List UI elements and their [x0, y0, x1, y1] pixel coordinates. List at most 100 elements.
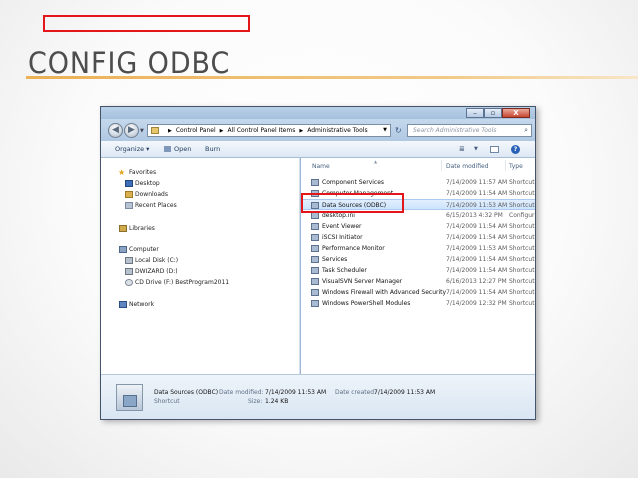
- nav-desktop[interactable]: Desktop: [125, 179, 160, 188]
- shortcut-icon: [311, 256, 319, 263]
- search-icon[interactable]: ⌕: [524, 125, 528, 136]
- details-modified-value: 7/14/2009 11:53 AM: [265, 389, 327, 396]
- forward-button[interactable]: ▶: [124, 123, 139, 138]
- help-icon[interactable]: ?: [511, 145, 520, 154]
- navigation-pane: ★ Favorites Desktop Downloads Recent Pla…: [101, 158, 300, 374]
- details-created-label: Date created:: [335, 389, 377, 396]
- file-type: Shortcut: [509, 190, 535, 197]
- file-date: 7/14/2009 11:54 AM: [446, 256, 508, 263]
- desktop-icon: [125, 180, 133, 187]
- address-bar[interactable]: ▶ Control Panel ▶ All Control Panel Items ▶ A…: [147, 124, 391, 137]
- nav-network[interactable]: Network: [119, 300, 154, 309]
- sort-arrow-icon: ▲: [374, 159, 378, 164]
- organize-button[interactable]: Organize ▾: [115, 141, 149, 157]
- file-date: 7/14/2009 11:54 AM: [446, 289, 508, 296]
- nav-libraries-label: Libraries: [129, 225, 155, 232]
- column-divider[interactable]: [441, 160, 442, 171]
- breadcrumb-all-control-panel-items[interactable]: All Control Panel Items: [228, 127, 296, 134]
- address-dropdown-icon[interactable]: ▼: [383, 125, 387, 136]
- file-row-iscsi-initiator[interactable]: iSCSI Initiator 7/14/2009 11:54 AM Short…: [301, 232, 535, 243]
- file-name: Event Viewer: [322, 223, 362, 230]
- details-file-name: Data Sources (ODBC): [154, 389, 219, 396]
- details-size-value: 1.24 KB: [265, 398, 289, 405]
- shortcut-icon: [311, 300, 319, 307]
- breadcrumb-separator-icon[interactable]: ▶: [220, 128, 224, 134]
- slide-title: CONFIG ODBC: [28, 46, 231, 80]
- file-row-services[interactable]: Services 7/14/2009 11:54 AM Shortcut: [301, 254, 535, 265]
- search-input[interactable]: Search Administrative Tools ⌕: [407, 124, 532, 137]
- window-controls: – ▫ X: [466, 108, 530, 118]
- search-placeholder: Search Administrative Tools: [413, 127, 497, 134]
- back-button[interactable]: ◀: [108, 123, 123, 138]
- view-options-dropdown-icon[interactable]: ▼: [474, 141, 478, 157]
- file-name: Windows PowerShell Modules: [322, 300, 411, 307]
- file-date: 7/14/2009 11:53 AM: [446, 245, 508, 252]
- file-row-performance-monitor[interactable]: Performance Monitor 7/14/2009 11:53 AM S…: [301, 243, 535, 254]
- computer-icon: [119, 246, 127, 253]
- hard-drive-icon: [125, 257, 133, 264]
- cd-drive-icon: [125, 279, 133, 286]
- burn-button[interactable]: Burn: [205, 141, 220, 157]
- nav-downloads[interactable]: Downloads: [125, 190, 168, 199]
- minimize-button[interactable]: –: [466, 108, 484, 118]
- nav-recent-places[interactable]: Recent Places: [125, 201, 177, 210]
- breadcrumb-administrative-tools[interactable]: Administrative Tools: [307, 127, 367, 134]
- file-name: Services: [322, 256, 348, 263]
- nav-local-disk[interactable]: Local Disk (C:): [125, 256, 178, 265]
- column-header-type[interactable]: Type: [509, 163, 523, 170]
- file-row-windows-firewall[interactable]: Windows Firewall with Advanced Security …: [301, 287, 535, 298]
- file-row-task-scheduler[interactable]: Task Scheduler 7/14/2009 11:54 AM Shortc…: [301, 265, 535, 276]
- close-button[interactable]: X: [502, 108, 530, 118]
- recent-places-icon: [125, 202, 133, 209]
- odbc-icon-detail: [123, 395, 137, 407]
- nav-favorites[interactable]: ★ Favorites: [118, 168, 157, 177]
- preview-pane-icon[interactable]: [490, 146, 499, 153]
- file-row-visualsvn-server-manager[interactable]: VisualSVN Server Manager 6/16/2013 12:27…: [301, 276, 535, 287]
- nav-favorites-label: Favorites: [129, 169, 157, 176]
- file-type: Configur: [509, 212, 535, 219]
- details-size-label: Size:: [248, 398, 263, 405]
- maximize-button[interactable]: ▫: [484, 108, 502, 118]
- file-row-event-viewer[interactable]: Event Viewer 7/14/2009 11:54 AM Shortcut: [301, 221, 535, 232]
- shortcut-icon: [311, 223, 319, 230]
- change-view-icon[interactable]: ≣: [459, 141, 465, 157]
- file-name: Task Scheduler: [322, 267, 367, 274]
- network-icon: [119, 301, 127, 308]
- column-header-name[interactable]: Name: [312, 163, 330, 170]
- file-type: Shortcut: [509, 278, 535, 285]
- breadcrumb-separator-icon[interactable]: ▶: [299, 128, 303, 134]
- refresh-icon[interactable]: ↻: [395, 126, 402, 135]
- nav-computer-label: Computer: [129, 246, 159, 253]
- file-date: 7/14/2009 11:54 AM: [446, 190, 508, 197]
- control-panel-icon: [151, 127, 159, 134]
- file-name: iSCSI Initiator: [322, 234, 363, 241]
- file-date: 6/15/2013 4:32 PM: [446, 212, 503, 219]
- recent-pages-dropdown-icon[interactable]: ▼: [140, 128, 144, 134]
- settings-file-icon: [311, 212, 319, 219]
- nav-dwizard[interactable]: DWIZARD (D:): [125, 267, 178, 276]
- shortcut-icon: [311, 267, 319, 274]
- breadcrumb-separator-icon[interactable]: ▶: [168, 128, 172, 134]
- shortcut-icon: [311, 289, 319, 296]
- nav-computer[interactable]: Computer: [119, 245, 159, 254]
- window-titlebar[interactable]: – ▫ X: [101, 107, 535, 119]
- breadcrumb-control-panel[interactable]: Control Panel: [176, 127, 216, 134]
- star-icon: ★: [118, 168, 126, 177]
- file-row-component-services[interactable]: Component Services 7/14/2009 11:57 AM Sh…: [301, 177, 535, 188]
- odbc-large-icon: [116, 384, 143, 411]
- nav-cd-drive[interactable]: CD Drive (F:) BestProgram2011: [125, 278, 229, 287]
- details-file-kind: Shortcut: [154, 398, 180, 405]
- file-type: Shortcut: [509, 289, 535, 296]
- shortcut-icon: [311, 179, 319, 186]
- column-header-date-modified[interactable]: Date modified: [446, 163, 489, 170]
- file-type: Shortcut: [509, 256, 535, 263]
- open-button[interactable]: Open: [164, 141, 191, 157]
- shortcut-icon: [311, 234, 319, 241]
- file-row-windows-powershell-modules[interactable]: Windows PowerShell Modules 7/14/2009 12:…: [301, 298, 535, 309]
- file-name: Performance Monitor: [322, 245, 385, 252]
- details-pane: Data Sources (ODBC) Shortcut Date modifi…: [101, 374, 535, 419]
- column-divider[interactable]: [505, 160, 506, 171]
- file-date: 7/14/2009 12:32 PM: [446, 300, 507, 307]
- nav-libraries[interactable]: Libraries: [119, 224, 155, 233]
- libraries-icon: [119, 225, 127, 232]
